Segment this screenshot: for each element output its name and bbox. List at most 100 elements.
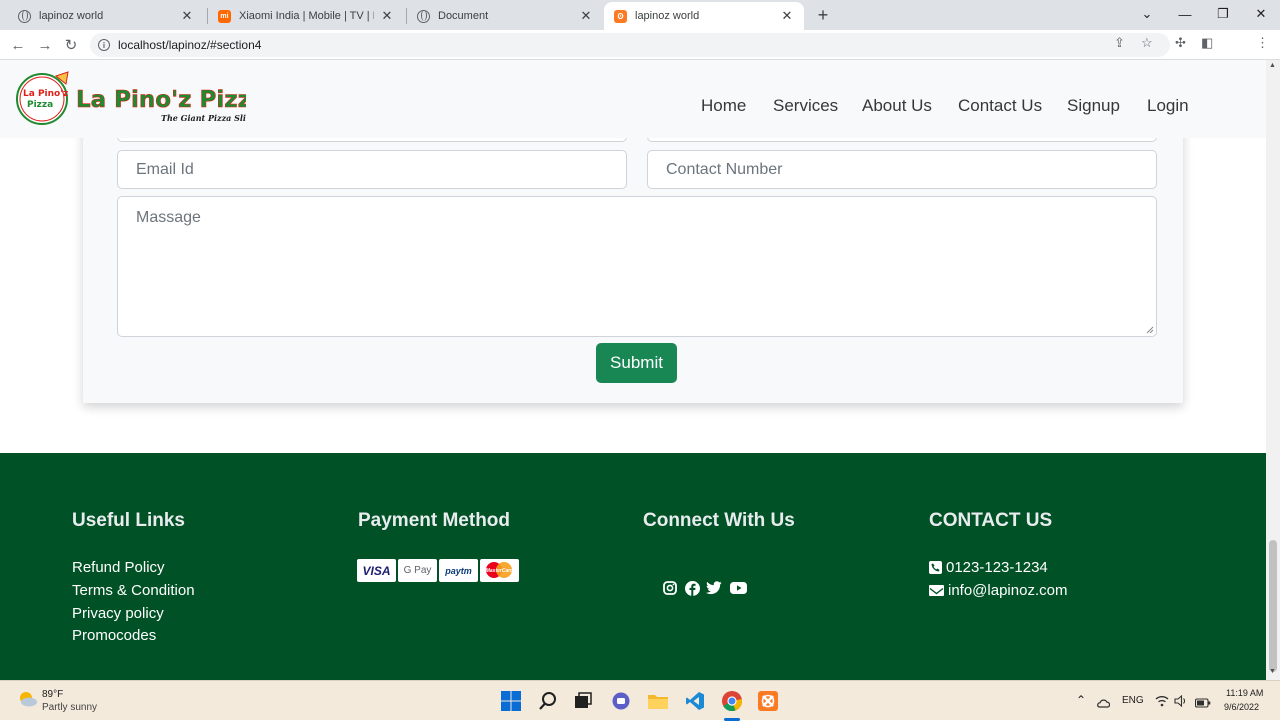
- weather-desc: Partly sunny: [42, 702, 98, 713]
- windows-taskbar: 89°F Partly sunny ⌃ ENG 11:19 AM 9/6/202…: [0, 680, 1280, 721]
- contact-number-field[interactable]: Contact Number: [647, 150, 1157, 189]
- new-tab-button[interactable]: +: [813, 4, 833, 26]
- close-tab-icon[interactable]: ✕: [579, 8, 593, 24]
- page-scrollbar[interactable]: ▲ ▼: [1266, 60, 1280, 680]
- weather-icon[interactable]: [16, 690, 38, 708]
- tab-title: lapinoz world: [635, 10, 700, 22]
- logo-badge-bottom: Pizza: [27, 100, 53, 110]
- teams-chat-icon[interactable]: [609, 689, 633, 713]
- back-icon[interactable]: ←: [7, 34, 29, 56]
- extensions-icon[interactable]: ✣: [1175, 35, 1186, 51]
- connect-heading: Connect With Us: [643, 510, 795, 531]
- gpay-card-icon: G Pay: [398, 559, 437, 582]
- message-placeholder: Massage: [136, 209, 201, 226]
- logo-badge-top: La Pino'z: [23, 89, 68, 99]
- contact-number-placeholder: Contact Number: [666, 160, 783, 178]
- side-panel-icon[interactable]: ◧: [1201, 35, 1213, 51]
- browser-tab[interactable]: mi Xiaomi India | Mobile | TV | Fitnes ✕: [208, 2, 404, 30]
- site-navbar: La Pino'z Pizza La Pino'z Pizza The Gian…: [0, 60, 1266, 138]
- instagram-icon[interactable]: [662, 580, 678, 596]
- phone-icon: [929, 561, 942, 574]
- chrome-icon[interactable]: [720, 689, 744, 713]
- close-tab-icon[interactable]: ✕: [380, 8, 394, 24]
- browser-toolbar: ← → ↻ i localhost/lapinoz/#section4 ⇪ ☆ …: [0, 30, 1280, 82]
- language-indicator[interactable]: ENG: [1122, 695, 1144, 706]
- windows-start-icon[interactable]: [499, 689, 523, 713]
- tray-overflow-icon[interactable]: ⌃: [1076, 693, 1086, 707]
- globe-icon: [417, 9, 430, 23]
- weather-temp: 89°F: [42, 689, 64, 700]
- youtube-icon[interactable]: [730, 580, 747, 596]
- vscode-icon[interactable]: [683, 689, 707, 713]
- tab-title: Xiaomi India | Mobile | TV | Fitnes: [239, 10, 374, 22]
- browser-tab-strip: lapinoz world ✕ mi Xiaomi India | Mobile…: [0, 0, 1280, 30]
- nav-about-us[interactable]: About Us: [862, 96, 932, 116]
- resize-handle-icon[interactable]: [1146, 326, 1154, 334]
- tab-title: lapinoz world: [39, 10, 104, 22]
- menu-kebab-icon[interactable]: ⋮: [1256, 35, 1269, 51]
- volume-icon[interactable]: [1174, 694, 1188, 708]
- close-tab-icon[interactable]: ✕: [780, 8, 794, 24]
- globe-icon: [18, 9, 31, 23]
- scrollbar-thumb[interactable]: [1269, 540, 1277, 672]
- minimize-icon[interactable]: —: [1166, 0, 1204, 28]
- url-text: localhost/lapinoz/#section4: [118, 38, 262, 52]
- facebook-icon[interactable]: [684, 580, 700, 596]
- bookmark-star-icon[interactable]: ☆: [1141, 35, 1153, 51]
- payment-method-heading: Payment Method: [358, 510, 511, 531]
- wifi-icon[interactable]: [1155, 694, 1169, 707]
- email-field[interactable]: Email Id: [117, 150, 627, 189]
- onedrive-icon[interactable]: [1096, 695, 1111, 708]
- page-viewport: Email Id Contact Number Massage Submit L…: [0, 60, 1266, 680]
- browser-tab[interactable]: Document ✕: [407, 2, 603, 30]
- clock-time[interactable]: 11:19 AM: [1226, 688, 1263, 698]
- nav-login[interactable]: Login: [1147, 96, 1189, 116]
- paytm-card-icon: paytm: [439, 559, 478, 582]
- battery-icon[interactable]: [1194, 695, 1211, 708]
- contact-email[interactable]: info@lapinoz.com: [948, 582, 1067, 599]
- tab-title: Document: [438, 10, 489, 22]
- share-icon[interactable]: ⇪: [1114, 35, 1125, 51]
- useful-links-heading: Useful Links: [72, 510, 185, 531]
- tab-search-icon[interactable]: ⌄: [1128, 0, 1166, 28]
- logo-text: La Pino'z Pizza: [76, 87, 246, 113]
- close-tab-icon[interactable]: ✕: [180, 8, 194, 24]
- browser-tab-active[interactable]: ʘ lapinoz world ✕: [604, 2, 804, 30]
- visa-card-icon: VISA: [357, 559, 396, 582]
- refund-policy-link[interactable]: Refund Policy: [72, 559, 165, 576]
- brand-logo[interactable]: La Pino'z Pizza La Pino'z Pizza The Gian…: [16, 70, 267, 128]
- clock-date[interactable]: 9/6/2022: [1224, 702, 1259, 712]
- message-textarea[interactable]: Massage: [117, 196, 1157, 337]
- twitter-icon[interactable]: [706, 580, 722, 596]
- logo-tagline: The Giant Pizza Slices: [161, 113, 246, 123]
- promocodes-link[interactable]: Promocodes: [72, 627, 156, 644]
- address-bar[interactable]: i localhost/lapinoz/#section4: [90, 33, 1170, 57]
- nav-contact-us[interactable]: Contact Us: [958, 96, 1042, 116]
- search-icon[interactable]: [536, 689, 560, 713]
- site-footer: Useful Links Refund Policy Terms & Condi…: [0, 453, 1266, 680]
- forward-icon[interactable]: →: [34, 34, 56, 56]
- reload-icon[interactable]: ↻: [60, 34, 82, 56]
- contact-phone[interactable]: 0123-123-1234: [946, 559, 1048, 576]
- file-explorer-icon[interactable]: [646, 689, 670, 713]
- nav-services[interactable]: Services: [773, 96, 838, 116]
- restore-icon[interactable]: ❐: [1204, 0, 1242, 28]
- site-info-icon[interactable]: i: [98, 39, 110, 51]
- scroll-up-icon[interactable]: ▲: [1269, 62, 1276, 69]
- envelope-icon: [929, 585, 944, 596]
- submit-button[interactable]: Submit: [596, 343, 677, 383]
- email-placeholder: Email Id: [136, 160, 194, 178]
- xampp-icon: ʘ: [614, 9, 627, 23]
- browser-tab[interactable]: lapinoz world ✕: [8, 2, 204, 30]
- nav-home[interactable]: Home: [701, 96, 746, 116]
- xampp-app-icon[interactable]: [756, 689, 780, 713]
- mastercard-label: MasterCard: [485, 567, 514, 574]
- nav-signup[interactable]: Signup: [1067, 96, 1120, 116]
- terms-link[interactable]: Terms & Condition: [72, 582, 195, 599]
- privacy-policy-link[interactable]: Privacy policy: [72, 605, 164, 622]
- mastercard-card-icon: MasterCard: [480, 559, 519, 582]
- task-view-icon[interactable]: [571, 689, 595, 713]
- scroll-down-icon[interactable]: ▼: [1269, 668, 1276, 675]
- close-window-icon[interactable]: ✕: [1242, 0, 1280, 28]
- mi-icon: mi: [218, 9, 231, 23]
